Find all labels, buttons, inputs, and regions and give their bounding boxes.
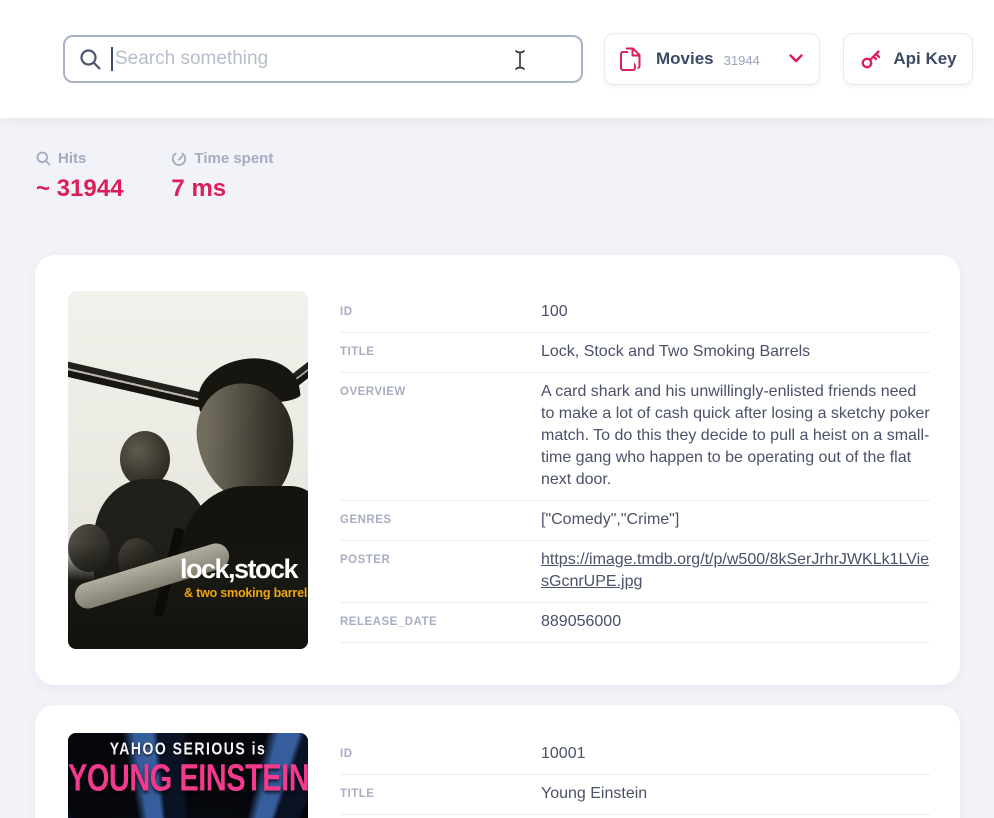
field-value: 10001 — [541, 743, 930, 765]
field-row-id: ID 10001 — [340, 735, 930, 775]
hits-search-icon — [36, 151, 51, 166]
index-document-count: 31944 — [724, 53, 760, 68]
field-label: POSTER — [340, 549, 541, 566]
poster-title-text: YOUNG EINSTEIN — [68, 758, 308, 801]
field-value: ["Comedy","Crime"] — [541, 509, 930, 531]
results-list: lock,stock & two smoking barrels ID 100 … — [35, 255, 960, 818]
field-label: TITLE — [340, 783, 541, 800]
result-card: lock,stock & two smoking barrels ID 100 … — [35, 255, 960, 685]
time-spent-label: Time spent — [194, 150, 273, 167]
hits-value: ~ 31944 — [36, 175, 123, 203]
field-label: RELEASE_DATE — [340, 611, 541, 628]
hits-label: Hits — [58, 150, 86, 167]
field-label: TITLE — [340, 341, 541, 358]
field-row-overview: OVERVIEW A card shark and his unwillingl… — [340, 373, 930, 501]
time-spent-stat: Time spent 7 ms — [171, 150, 273, 203]
movie-poster-image: lock,stock & two smoking barrels — [68, 291, 308, 649]
field-row-genres: GENRES ["Comedy","Crime"] — [340, 501, 930, 541]
field-row-title: TITLE Lock, Stock and Two Smoking Barrel… — [340, 333, 930, 373]
header: Movies 31944 Api Key — [0, 0, 994, 118]
document-fields: ID 10001 TITLE Young Einstein OVERVIEW A… — [340, 735, 930, 818]
document-fields: ID 100 TITLE Lock, Stock and Two Smoking… — [340, 293, 930, 649]
field-label: OVERVIEW — [340, 381, 541, 398]
poster-subtitle-text: & two smoking barrels — [184, 586, 308, 600]
api-key-button[interactable]: Api Key — [843, 33, 973, 85]
field-row-title: TITLE Young Einstein — [340, 775, 930, 815]
search-stats: Hits ~ 31944 Time spent 7 ms — [36, 150, 273, 203]
field-value: 889056000 — [541, 611, 930, 633]
key-icon — [859, 47, 883, 71]
search-bar — [63, 35, 583, 83]
hits-stat: Hits ~ 31944 — [36, 150, 123, 203]
chevron-down-icon — [789, 50, 803, 68]
field-row-release-date: RELEASE_DATE 889056000 — [340, 603, 930, 643]
field-label: ID — [340, 301, 541, 318]
field-value: Young Einstein — [541, 783, 930, 805]
field-value: 100 — [541, 301, 930, 323]
result-card: YAHOO SERIOUS is YOUNG EINSTEIN ID 10001… — [35, 705, 960, 818]
field-value: A card shark and his unwillingly-enliste… — [541, 381, 930, 491]
field-row-poster: POSTER https://image.tmdb.org/t/p/w500/8… — [340, 541, 930, 603]
text-caret — [111, 47, 113, 71]
api-key-label: Api Key — [893, 49, 956, 69]
field-label: ID — [340, 743, 541, 760]
time-spent-value: 7 ms — [171, 175, 273, 203]
movie-poster-image: YAHOO SERIOUS is YOUNG EINSTEIN — [68, 733, 308, 818]
poster-url-link[interactable]: https://image.tmdb.org/t/p/w500/8kSerJrh… — [541, 549, 930, 593]
field-row-id: ID 100 — [340, 293, 930, 333]
timer-gauge-icon — [171, 151, 187, 167]
search-input[interactable] — [63, 35, 583, 83]
field-value: Lock, Stock and Two Smoking Barrels — [541, 341, 930, 363]
documents-icon — [619, 46, 642, 72]
poster-title-text: lock,stock — [180, 554, 297, 585]
poster-tagline-text: YAHOO SERIOUS is — [68, 738, 308, 758]
field-label: GENRES — [340, 509, 541, 526]
index-selector-button[interactable]: Movies 31944 — [604, 33, 820, 85]
index-name: Movies — [656, 49, 714, 69]
